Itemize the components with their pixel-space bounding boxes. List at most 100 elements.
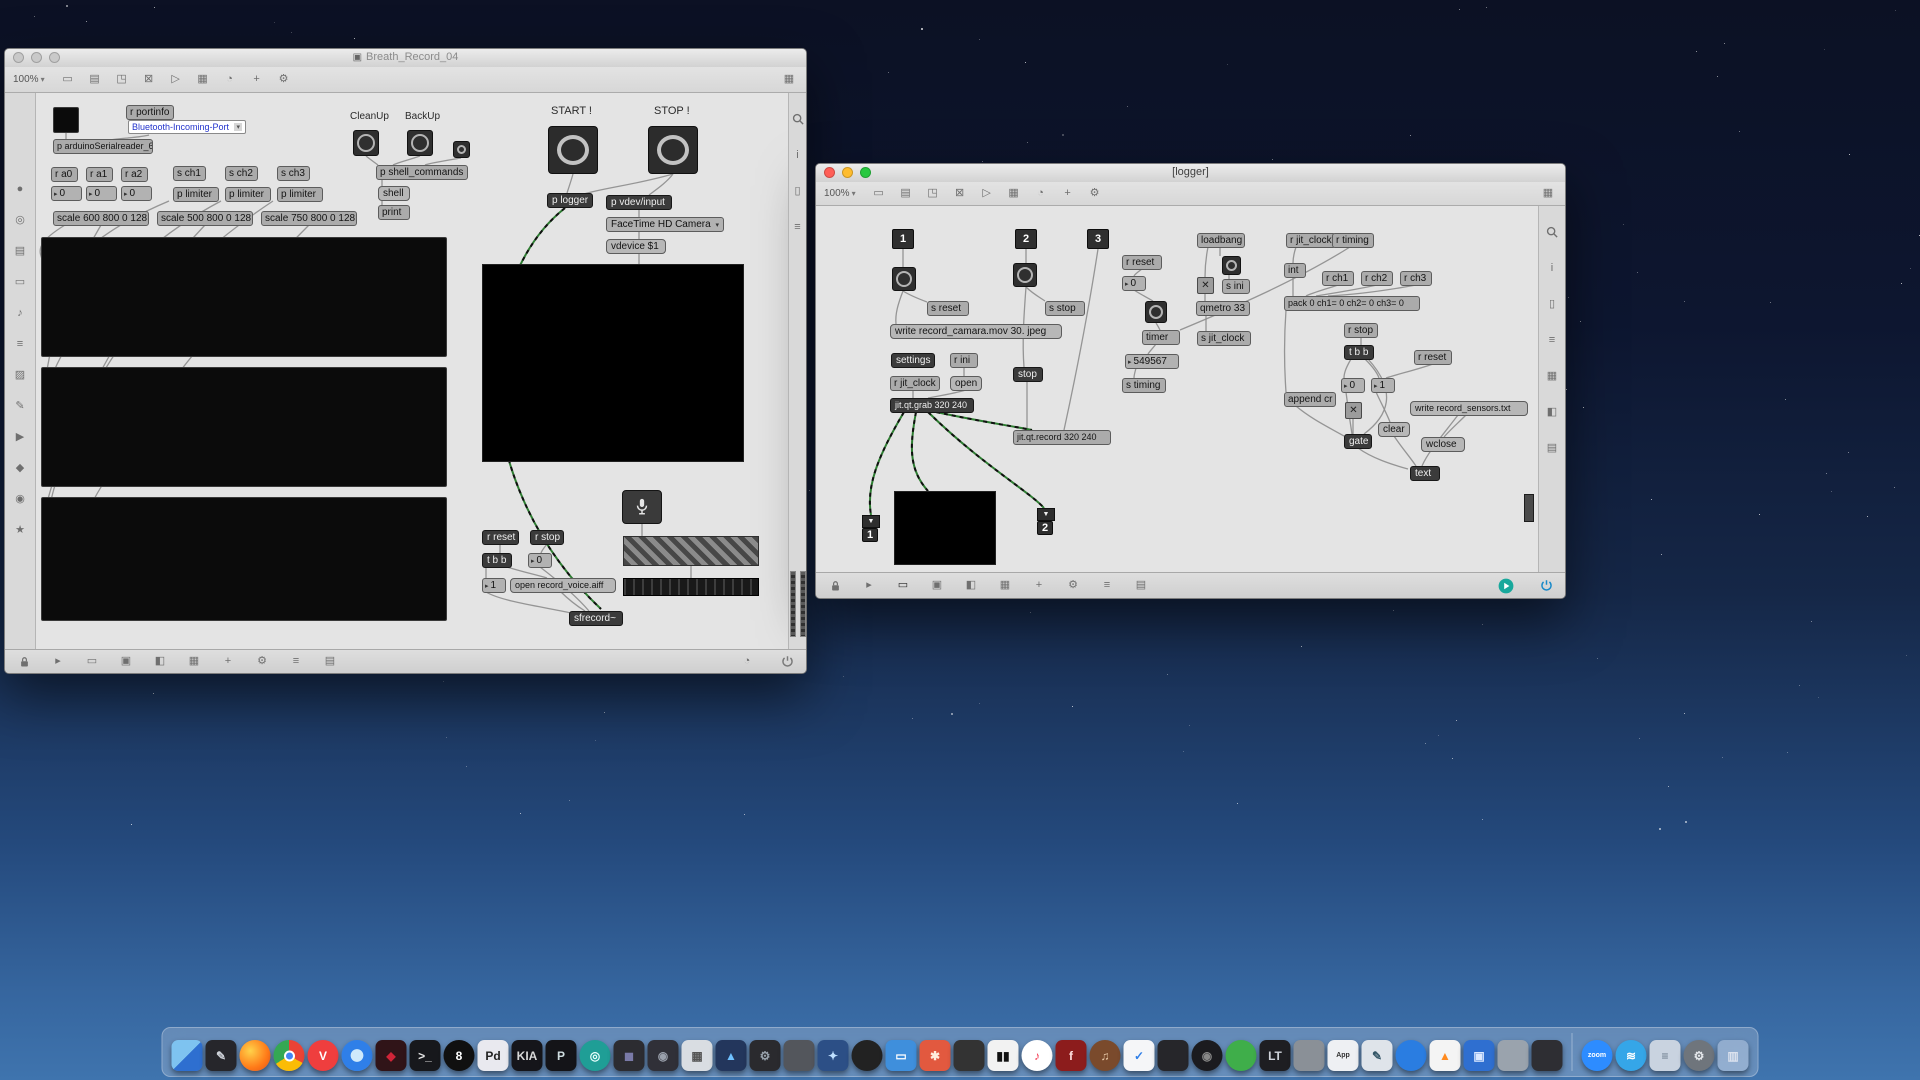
obj-s-reset[interactable]: s reset <box>927 301 969 316</box>
obj-t-b-b[interactable]: t b b <box>482 553 512 568</box>
obj-timer[interactable]: timer <box>1142 330 1180 345</box>
cleanup-bang[interactable] <box>353 130 379 156</box>
obj-scale-1[interactable]: scale 600 800 0 128 <box>53 211 149 226</box>
dock-gear-circle-app-icon[interactable]: ⚙ <box>1684 1040 1715 1071</box>
clip-icon[interactable]: ▯ <box>1543 296 1561 312</box>
obj-r-timing[interactable]: r timing <box>1332 233 1374 248</box>
umenu-1-value[interactable]: 1 <box>862 528 878 542</box>
card-icon[interactable]: ▤ <box>1543 440 1561 456</box>
clock-icon[interactable]: ◔ <box>1032 186 1050 202</box>
dock-vivaldi-icon[interactable]: V <box>308 1040 339 1071</box>
obj-r-portinfo[interactable]: r portinfo <box>126 105 174 120</box>
dock-dark-app-3-icon[interactable] <box>1158 1040 1189 1071</box>
dock-chrome-icon[interactable] <box>274 1040 305 1071</box>
num-rec-one[interactable]: ▸1 <box>482 578 506 593</box>
obj-s-timing[interactable]: s timing <box>1122 378 1166 393</box>
dock-window-blue-app-icon[interactable]: ▭ <box>886 1040 917 1071</box>
obj-loadbang[interactable]: loadbang <box>1197 233 1245 248</box>
dock-dark-circle-app-2-icon[interactable]: ◉ <box>1192 1040 1223 1071</box>
patcher-canvas[interactable]: r portinfoBluetooth-Incoming-Port▾p ardu… <box>5 49 806 673</box>
dock-gray-app-2-icon[interactable] <box>1294 1040 1325 1071</box>
grid-icon[interactable]: ▦ <box>1543 368 1561 384</box>
dial-grid-icon[interactable]: ▦ <box>1539 186 1557 202</box>
msg-open[interactable]: open <box>950 376 982 391</box>
bang-timer[interactable] <box>1145 301 1167 323</box>
dock-gray-app-3-icon[interactable] <box>1498 1040 1529 1071</box>
msg-clear[interactable]: clear <box>1378 422 1410 437</box>
dock-flash-red-app-icon[interactable]: f <box>1056 1040 1087 1071</box>
umenu-1-arrow[interactable]: ▼ <box>862 515 880 528</box>
settings-wheel-icon[interactable]: ⚙ <box>275 72 293 88</box>
dock-music-icon[interactable]: ♪ <box>1022 1040 1053 1071</box>
dock-gray-app-icon[interactable] <box>784 1040 815 1071</box>
image-icon[interactable]: ▨ <box>11 367 29 383</box>
layers-icon[interactable]: ▣ <box>928 578 946 594</box>
mini-slider[interactable] <box>1524 494 1534 522</box>
dock-kia-icon[interactable]: KIA <box>512 1040 543 1071</box>
obj-int[interactable]: int <box>1284 263 1306 278</box>
dock-vlc-icon[interactable]: ▲ <box>1430 1040 1461 1071</box>
dock-zoom-icon[interactable]: zoom <box>1582 1040 1613 1071</box>
obj-s-jit-clock[interactable]: s jit_clock <box>1197 331 1251 346</box>
power-icon[interactable] <box>778 654 796 670</box>
obj-p-limiter-3[interactable]: p limiter <box>277 187 323 202</box>
obj-s-stop[interactable]: s stop <box>1045 301 1085 316</box>
obj-r-a1[interactable]: r a1 <box>86 167 113 182</box>
dock-garageband-icon[interactable]: ♫ <box>1090 1040 1121 1071</box>
obj-p-limiter-2[interactable]: p limiter <box>225 187 271 202</box>
obj-r-jit-clock-grab[interactable]: r jit_clock <box>890 376 940 391</box>
grid-toggle-icon[interactable]: ▦ <box>185 654 203 670</box>
obj-sfrecord[interactable]: sfrecord~ <box>569 611 623 626</box>
diamond-icon[interactable]: ◆ <box>11 460 29 476</box>
user-icon[interactable]: ● <box>11 181 29 197</box>
dock-trash-icon[interactable]: ▥ <box>1718 1040 1749 1071</box>
pointer-icon[interactable]: ▸ <box>860 578 878 594</box>
video-preview[interactable] <box>482 264 744 462</box>
dial-grid-icon[interactable]: ▦ <box>780 72 798 88</box>
arrow-icon[interactable]: ▶ <box>11 429 29 445</box>
browser-icon[interactable]: ▤ <box>1132 578 1150 594</box>
serial-port-menu[interactable]: Bluetooth-Incoming-Port▾ <box>128 120 246 134</box>
zoom-control[interactable]: 100%▾ <box>824 188 856 199</box>
dock-tool-dark-app-icon[interactable]: ⚙ <box>750 1040 781 1071</box>
obj-r-reset-2[interactable]: r reset <box>1414 350 1452 365</box>
card-icon[interactable]: ▤ <box>11 243 29 259</box>
info-icon[interactable]: i <box>789 147 807 163</box>
dock-firefox-icon[interactable] <box>240 1040 271 1071</box>
obj-r-ch2[interactable]: r ch2 <box>1361 271 1393 286</box>
msg-shell[interactable]: shell <box>378 186 410 201</box>
dock-cube-dark-app-icon[interactable]: ◼ <box>614 1040 645 1071</box>
obj-scale-2[interactable]: scale 500 800 0 128 <box>157 211 253 226</box>
refresh-icon[interactable]: ◔ <box>738 654 756 670</box>
msg-vdevice[interactable]: vdevice $1 <box>606 239 666 254</box>
dock-green-app-icon[interactable] <box>1226 1040 1257 1071</box>
small-bang[interactable] <box>453 141 470 158</box>
mic-button[interactable] <box>622 490 662 524</box>
note-icon[interactable]: ♪ <box>11 305 29 321</box>
matrix-icon[interactable]: ▦ <box>1005 186 1023 202</box>
obj-p-limiter-1[interactable]: p limiter <box>173 187 219 202</box>
obj-jit-qt-record[interactable]: jit.qt.record 320 240 <box>1013 430 1111 445</box>
info-icon[interactable]: i <box>1543 260 1561 276</box>
obj-s-ch2[interactable]: s ch2 <box>225 166 258 181</box>
num-a2[interactable]: ▸0 <box>121 186 152 201</box>
msg-stop[interactable]: stop <box>1013 367 1043 382</box>
obj-r-reset[interactable]: r reset <box>482 530 519 545</box>
camera-menu[interactable]: FaceTime HD Camera▾ <box>606 217 724 232</box>
dock-terminal-icon[interactable]: >_ <box>410 1040 441 1071</box>
zoom-control[interactable]: 100%▾ <box>13 74 45 85</box>
dock-safari-icon[interactable] <box>342 1040 373 1071</box>
dock-app-light-icon[interactable]: App <box>1328 1040 1359 1071</box>
msg-write-camera[interactable]: write record_camara.mov 30. jpeg <box>890 324 1062 339</box>
run-icon[interactable]: ▷ <box>167 72 185 88</box>
message-tool-icon[interactable]: ▤ <box>86 72 104 88</box>
dock-media-player-app-icon[interactable]: ▦ <box>682 1040 713 1071</box>
snap-icon[interactable]: + <box>1030 578 1048 594</box>
obj-r-jit-clock-2[interactable]: r jit_clock <box>1286 233 1336 248</box>
obj-print[interactable]: print <box>378 205 410 220</box>
add-object-icon[interactable]: + <box>1059 186 1077 202</box>
backup-bang[interactable] <box>407 130 433 156</box>
levels-icon[interactable]: ≡ <box>287 654 305 670</box>
num-a0[interactable]: ▸0 <box>51 186 82 201</box>
titlebar[interactable]: [logger] <box>816 164 1565 183</box>
